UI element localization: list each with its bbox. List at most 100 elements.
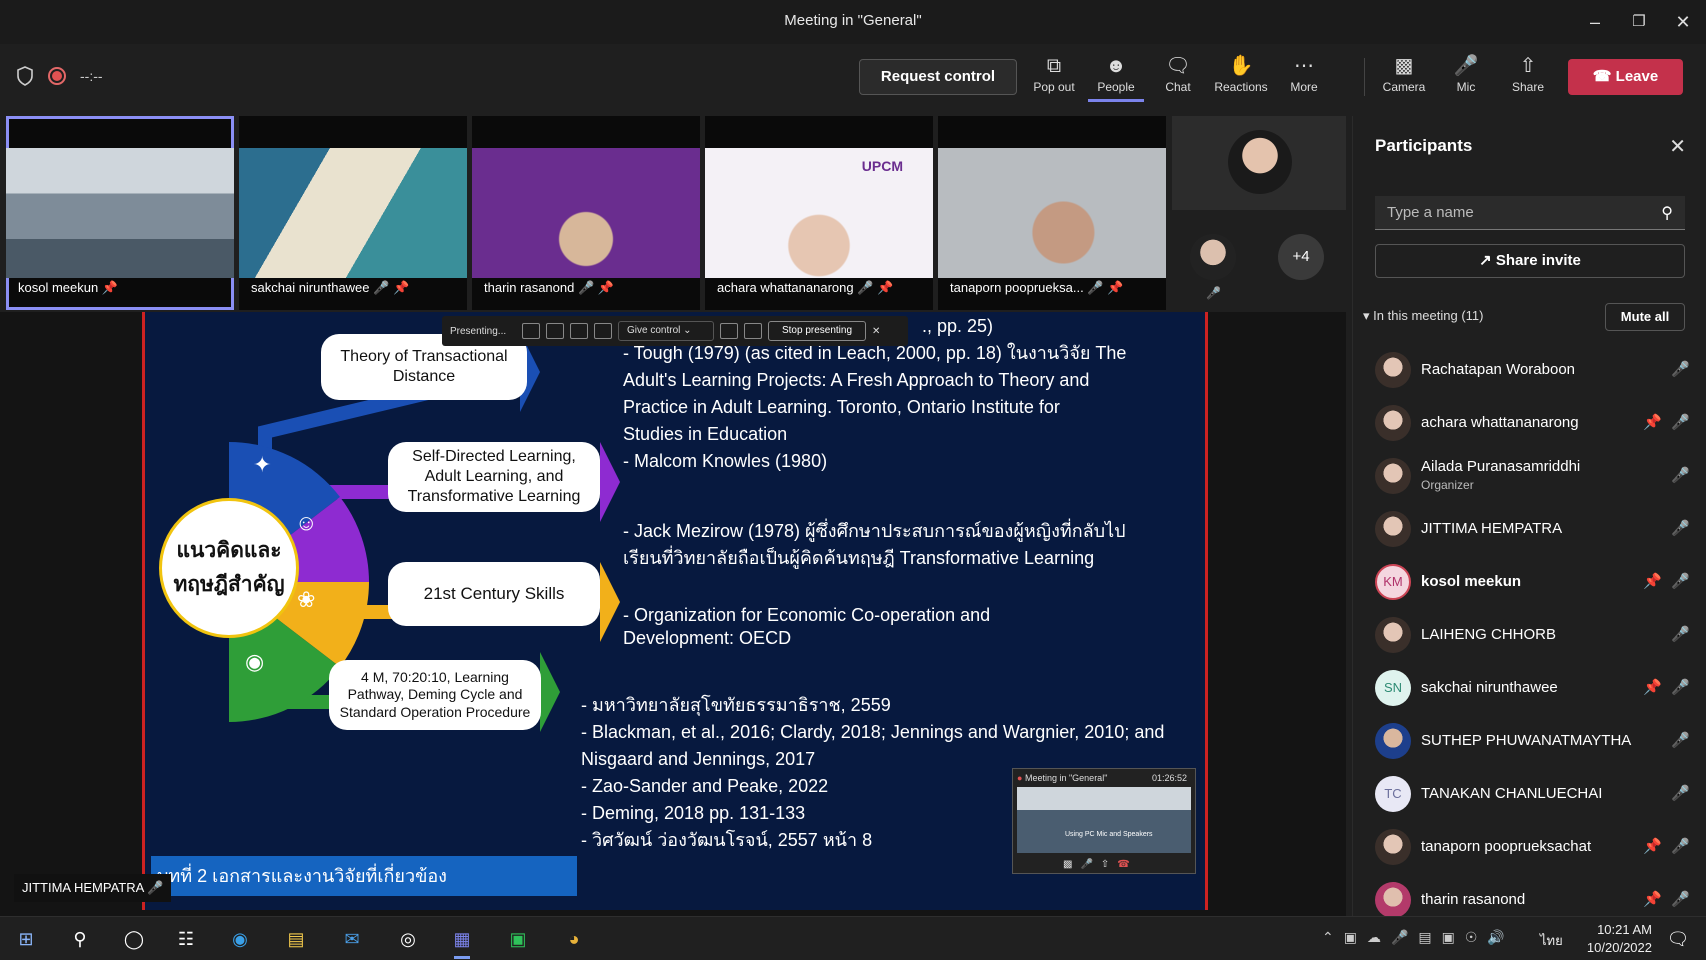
meeting-mini-window[interactable]: ● Meeting in "General" 01:26:52 Using PC… bbox=[1012, 768, 1196, 874]
pin-icon[interactable]: 📌 bbox=[1643, 837, 1662, 855]
layout-content-only-icon[interactable] bbox=[522, 323, 540, 339]
central-concept-line: ทฤษฎีสำคัญ bbox=[173, 573, 285, 596]
video-tile[interactable]: kosol meekun 📌 bbox=[6, 116, 234, 310]
title-bar: Meeting in "General" – ❐ ✕ bbox=[0, 0, 1706, 44]
participant-row[interactable]: achara whattananarong 📌 🎤 bbox=[1353, 397, 1706, 449]
video-tile[interactable]: sakchai nirunthawee 🎤 📌 bbox=[239, 116, 467, 310]
participant-row[interactable]: SUTHEP PHUWANATMAYTHA 🎤 bbox=[1353, 715, 1706, 767]
reactions-button[interactable]: ✋ Reactions bbox=[1210, 52, 1272, 102]
participant-row[interactable]: JITTIMA HEMPATRA 🎤 bbox=[1353, 503, 1706, 555]
mic-off-icon: 🎤 bbox=[1453, 55, 1479, 77]
video-tile[interactable]: UPCM achara whattananarong 🎤 📌 bbox=[705, 116, 933, 310]
share-icon: ⇧ bbox=[1519, 55, 1537, 77]
pin-icon[interactable]: 📌 bbox=[1643, 572, 1662, 590]
mic-button[interactable]: 🎤 Mic bbox=[1438, 52, 1494, 102]
input-language[interactable]: ไทย bbox=[1540, 930, 1563, 951]
participant-row[interactable]: TC TANAKAN CHANLUECHAI 🎤 bbox=[1353, 768, 1706, 820]
teams-icon[interactable]: ▦ bbox=[444, 923, 480, 959]
windows-start-icon[interactable]: ⊞ bbox=[8, 923, 44, 955]
mini-window-title: Meeting in "General" bbox=[1024, 773, 1108, 783]
layout-side-by-side-icon[interactable] bbox=[570, 323, 588, 339]
phone-hangup-icon: ☎ bbox=[1592, 68, 1612, 85]
share-invite-button[interactable]: ↗ Share invite bbox=[1375, 244, 1685, 278]
restore-icon[interactable]: ❐ bbox=[1624, 8, 1654, 36]
meeting-timer: --:-- bbox=[80, 68, 103, 84]
clock[interactable]: 10:21 AM 10/20/2022 bbox=[1582, 921, 1652, 957]
video-tile[interactable]: tanaporn pooprueksa... 🎤 📌 bbox=[938, 116, 1166, 310]
leave-button[interactable]: ☎ Leave bbox=[1568, 59, 1683, 95]
participant-row[interactable]: SN sakchai nirunthawee 📌 🎤 bbox=[1353, 662, 1706, 714]
file-explorer-icon[interactable]: ▤ bbox=[278, 923, 314, 955]
request-control-button[interactable]: Request control bbox=[859, 59, 1017, 95]
camera-button[interactable]: ▩ Camera bbox=[1376, 52, 1432, 102]
close-icon[interactable]: ✕ bbox=[872, 326, 880, 337]
participant-row[interactable]: Ailada Puranasamriddhi Organizer 🎤 bbox=[1353, 450, 1706, 502]
video-feed bbox=[6, 148, 234, 278]
slide-top-fragment: ., pp. 25) bbox=[922, 316, 994, 336]
cortana-icon[interactable]: ◯ bbox=[116, 923, 152, 955]
chat-button[interactable]: 🗨 Chat bbox=[1150, 52, 1206, 102]
avatar bbox=[1375, 617, 1411, 653]
search-icon[interactable]: ⚲ bbox=[62, 923, 98, 955]
pop-out-button[interactable]: ⧉ Pop out bbox=[1026, 52, 1082, 102]
pointer-icon[interactable] bbox=[744, 323, 762, 339]
mail-icon[interactable]: ✉ bbox=[334, 923, 370, 955]
dell-icon[interactable]: ◎ bbox=[390, 923, 426, 955]
search-icon[interactable]: ⚲ bbox=[1661, 203, 1673, 223]
participant-name: tanaporn pooprueksa... bbox=[950, 280, 1084, 295]
mic-off-icon: 🎤 bbox=[857, 280, 874, 295]
mini-video-feed bbox=[1017, 787, 1191, 853]
panel-title: Participants bbox=[1375, 136, 1473, 155]
concept-pill: 21st Century Skills bbox=[388, 562, 600, 626]
shield-icon[interactable] bbox=[16, 66, 34, 86]
more-button[interactable]: ⋯ More bbox=[1276, 52, 1332, 102]
participant-avatar-tile[interactable] bbox=[1172, 116, 1346, 210]
meeting-toolbar: --:-- Request control ⧉ Pop out ☻ People… bbox=[0, 44, 1706, 110]
layout-standout-icon[interactable] bbox=[546, 323, 564, 339]
task-view-icon[interactable]: ☷ bbox=[168, 923, 204, 955]
give-control-dropdown[interactable]: Give control ⌄ bbox=[618, 321, 714, 341]
pin-icon: 📌 bbox=[101, 280, 119, 295]
participant-name: Ailada Puranasamriddhi bbox=[1421, 458, 1581, 475]
participant-row[interactable]: tanaporn pooprueksachat 📌 🎤 bbox=[1353, 821, 1706, 873]
video-feed bbox=[938, 148, 1166, 278]
search-input[interactable] bbox=[1387, 204, 1662, 221]
avatar[interactable] bbox=[1190, 234, 1236, 280]
participant-row[interactable]: KM kosol meekun 📌 🎤 bbox=[1353, 556, 1706, 608]
network-icon: ❀ bbox=[297, 587, 315, 612]
video-tile[interactable]: tharin rasanond 🎤 📌 bbox=[472, 116, 700, 310]
mini-window-hint: Using PC Mic and Speakers bbox=[1065, 831, 1153, 838]
chrome-icon[interactable]: ◕ bbox=[556, 923, 592, 955]
pin-icon: 📌 bbox=[597, 280, 614, 295]
avatar bbox=[1375, 405, 1411, 441]
share-button[interactable]: ⇧ Share bbox=[1500, 52, 1556, 102]
system-tray[interactable]: ⌃▣☁🎤▤▣☉🔊 bbox=[1322, 929, 1515, 946]
pin-icon[interactable]: 📌 bbox=[1643, 890, 1662, 908]
chevron-down-icon: ▾ bbox=[1363, 308, 1370, 323]
participant-name: achara whattananarong bbox=[1421, 414, 1579, 431]
pin-icon[interactable]: 📌 bbox=[1643, 413, 1662, 431]
more-participants-button[interactable]: +4 bbox=[1278, 234, 1324, 280]
participant-name: sakchai nirunthawee bbox=[251, 280, 370, 295]
recording-icon bbox=[48, 67, 66, 85]
people-button[interactable]: ☻ People bbox=[1088, 52, 1144, 102]
layout-reporter-icon[interactable] bbox=[594, 323, 612, 339]
edge-icon[interactable]: ◉ bbox=[222, 923, 258, 955]
close-icon[interactable]: ✕ bbox=[1669, 134, 1686, 159]
stop-presenting-button[interactable]: Stop presenting bbox=[768, 321, 866, 341]
minimize-icon[interactable]: – bbox=[1580, 8, 1610, 36]
participant-row[interactable]: Rachatapan Woraboon 🎤 bbox=[1353, 344, 1706, 396]
toolbar-divider bbox=[1364, 58, 1365, 96]
close-window-icon[interactable]: ✕ bbox=[1668, 8, 1698, 36]
notifications-icon[interactable]: 🗨 bbox=[1660, 923, 1696, 955]
concept-pill: 4 M, 70:20:10, Learning Pathway, Deming C… bbox=[329, 660, 541, 730]
pin-icon: 📌 bbox=[877, 280, 894, 295]
mute-all-button[interactable]: Mute all bbox=[1605, 303, 1685, 331]
participant-row[interactable]: LAIHENG CHHORB 🎤 bbox=[1353, 609, 1706, 661]
in-meeting-header[interactable]: ▾ In this meeting (11) bbox=[1363, 308, 1483, 324]
line-icon[interactable]: ▣ bbox=[500, 923, 536, 955]
mini-controls[interactable]: ▩🎤⇧☎ bbox=[1063, 859, 1138, 870]
mic-off-icon: 🎤 bbox=[1671, 679, 1690, 696]
pin-icon[interactable]: 📌 bbox=[1643, 678, 1662, 696]
annotate-icon[interactable] bbox=[720, 323, 738, 339]
